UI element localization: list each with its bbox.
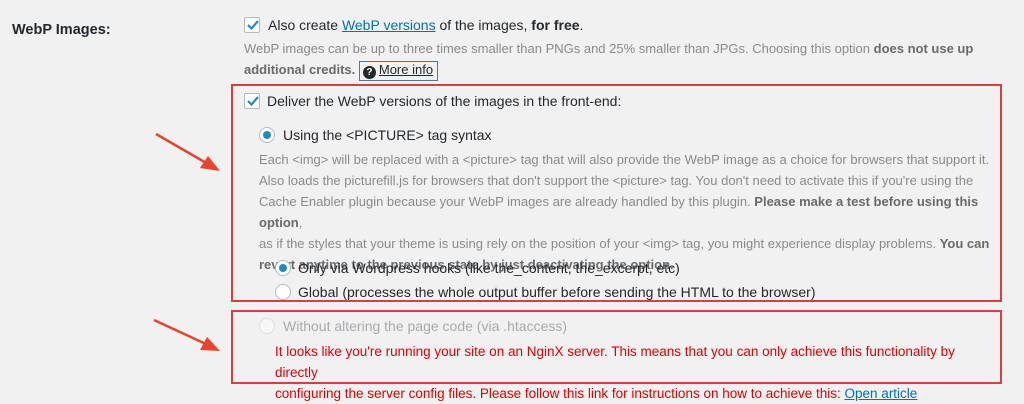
picture-tag-description: Each <img> will be replaced with a <pict… [259, 149, 994, 275]
radio-dot [263, 131, 271, 139]
picture-desc-2: Also loads the picturefill.js for browse… [259, 173, 974, 188]
create-webp-end: . [579, 17, 584, 33]
picture-tag-radio[interactable] [259, 127, 275, 143]
global-buffer-radio[interactable] [275, 284, 291, 300]
radio-dot [279, 264, 287, 272]
nginx-warning-line-1: It looks like you're running your site o… [275, 344, 955, 380]
picture-desc-4: as if the styles that your theme is usin… [259, 236, 940, 251]
htaccess-label: Without altering the page code (via .hta… [283, 318, 568, 334]
deliver-webp-checkbox[interactable] [244, 93, 260, 109]
desc-line-1: WebP images can be up to three times sma… [244, 41, 874, 56]
deliver-webp-label: Deliver the WebP versions of the images … [267, 93, 622, 109]
nginx-warning: It looks like you're running your site o… [275, 341, 995, 404]
picture-desc-3-end: , [298, 215, 303, 230]
red-arrow-icon [155, 132, 220, 171]
create-webp-description: WebP images can be up to three times sma… [244, 38, 1004, 81]
picture-desc-1: Each <img> will be replaced with a <pict… [259, 152, 990, 167]
more-info-button[interactable]: ? More info [358, 61, 439, 81]
global-buffer-label: Global (processes the whole output buffe… [298, 284, 816, 300]
picture-desc-3: Cache Enabler plugin because your WebP i… [259, 194, 755, 209]
wordpress-hooks-radio[interactable] [275, 260, 291, 276]
create-webp-prefix: Also create [268, 17, 342, 33]
desc-bold-1: does not use up [873, 41, 974, 56]
create-webp-checkbox[interactable] [244, 17, 260, 33]
picture-tag-label: Using the <PICTURE> tag syntax [283, 127, 492, 143]
htaccess-radio[interactable] [259, 318, 275, 334]
section-label: WebP Images: [12, 22, 111, 38]
checkmark-icon [247, 20, 259, 31]
question-circle-icon: ? [362, 66, 376, 79]
webp-versions-link[interactable]: WebP versions [342, 17, 436, 33]
desc-bold-2: additional credits. [244, 62, 356, 77]
wordpress-hooks-label: Only via Wordpress hooks (like the_conte… [298, 260, 680, 276]
picture-desc-4-bold: You can [939, 236, 990, 251]
nginx-warning-line-2: configuring the server config files. Ple… [275, 386, 845, 401]
create-webp-bold: for free [531, 17, 580, 33]
create-webp-suffix: of the images, [435, 17, 532, 33]
red-arrow-icon [153, 318, 220, 351]
open-article-link[interactable]: Open article [845, 386, 918, 401]
create-webp-label: Also create WebP versions of the images,… [268, 17, 583, 33]
more-info-label: More info [378, 62, 434, 77]
checkmark-icon [247, 96, 259, 107]
